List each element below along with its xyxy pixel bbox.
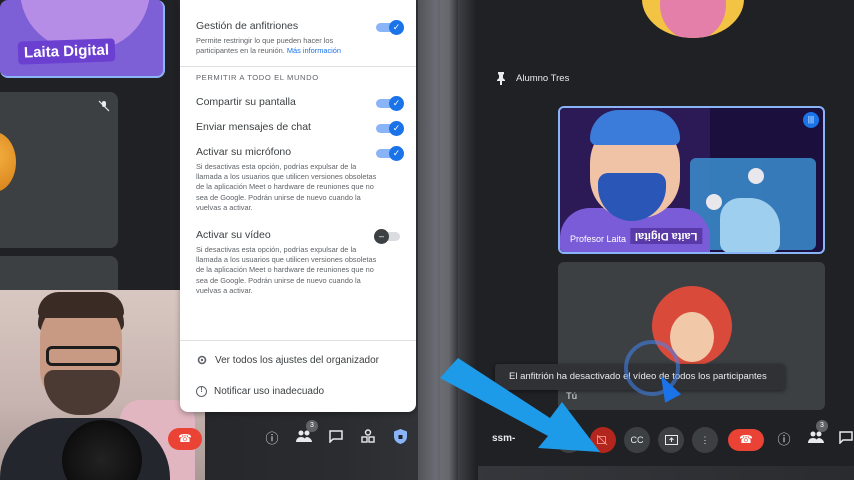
check-icon: ✓: [389, 96, 404, 111]
phone-icon: ☎: [739, 434, 753, 446]
chat-icon[interactable]: [326, 429, 346, 449]
info-icon[interactable]: ⓘ: [774, 430, 794, 450]
host-management-row: Gestión de anfitriones Permite restringi…: [196, 20, 404, 56]
all-settings-label: Ver todos los ajustes del organizador: [215, 354, 379, 366]
pinned-participant-name: Alumno Tres: [516, 73, 570, 84]
participants-badge: 3: [816, 420, 828, 432]
minus-icon: –: [374, 229, 389, 244]
speaking-indicator-icon: |||: [803, 112, 819, 128]
present-button[interactable]: [658, 427, 684, 453]
share-screen-toggle[interactable]: ✓: [376, 96, 404, 111]
video-description: Si desactivas esta opción, podrías expul…: [196, 245, 377, 295]
video-label: Activar su vídeo: [196, 229, 271, 241]
hangup-button[interactable]: ☎: [728, 429, 764, 451]
report-abuse-link[interactable]: ! Notificar uso inadecuado: [196, 386, 324, 397]
activities-icon[interactable]: [358, 429, 378, 449]
check-icon: ✓: [389, 146, 404, 161]
avatar: [642, 0, 744, 38]
presenter-name: Profesor Laita: [570, 234, 627, 244]
people-icon[interactable]: [294, 429, 314, 449]
more-options-button[interactable]: ⋮: [692, 427, 718, 453]
pin-icon[interactable]: [496, 72, 506, 88]
more-info-link[interactable]: Más información: [287, 46, 341, 55]
chat-label: Enviar mensajes de chat: [196, 121, 311, 133]
hangup-button[interactable]: ☎: [168, 428, 202, 450]
host-management-toggle[interactable]: ✓: [376, 20, 404, 35]
alert-icon: !: [196, 386, 207, 397]
mic-off-icon: [98, 100, 110, 112]
chat-icon[interactable]: [836, 430, 854, 450]
divider: [180, 66, 416, 67]
video-toggle[interactable]: –: [374, 229, 402, 244]
host-controls-panel: Gestión de anfitriones Permite restringi…: [180, 0, 416, 412]
participants-badge: 3: [306, 420, 318, 432]
host-management-title: Gestión de anfitriones: [196, 20, 299, 32]
screen: Laita Digital Gestión de anfitriones Per…: [0, 0, 854, 480]
participant-tile-laita[interactable]: Laita Digital: [0, 0, 165, 78]
microphone-description: Si desactivas esta opción, podrías expul…: [196, 162, 377, 212]
microphone-row: Activar su micrófono Si desactivas esta …: [196, 146, 404, 213]
divider: [180, 340, 416, 341]
pointer-arrow-icon: [440, 358, 600, 452]
share-screen-row: Compartir su pantalla ✓: [196, 96, 404, 111]
more-vert-icon: ⋮: [700, 435, 710, 445]
check-icon: ✓: [389, 121, 404, 136]
video-row: Activar su vídeo Si desactivas esta opci…: [196, 229, 402, 296]
share-screen-label: Compartir su pantalla: [196, 96, 296, 108]
microphone-label: Activar su micrófono: [196, 146, 292, 158]
captions-icon: CC: [630, 435, 644, 445]
participant-tile[interactable]: [0, 92, 118, 248]
presenter-video-tile[interactable]: Laita Digital Profesor Laita |||: [558, 106, 825, 254]
left-toolbar: ☎ ⓘ 3: [168, 420, 418, 460]
people-icon[interactable]: [806, 430, 826, 450]
avatar: [0, 132, 16, 192]
chat-toggle[interactable]: ✓: [376, 121, 404, 136]
phone-icon: ☎: [178, 433, 192, 445]
info-icon[interactable]: ⓘ: [262, 429, 282, 449]
all-settings-link[interactable]: Ver todos los ajustes del organizador: [196, 354, 379, 366]
section-heading: PERMITIR A TODO EL MUNDO: [196, 73, 319, 82]
captions-button[interactable]: CC: [624, 427, 650, 453]
gear-icon: [197, 355, 207, 365]
host-controls-icon[interactable]: [390, 429, 410, 449]
chat-row: Enviar mensajes de chat ✓: [196, 121, 404, 136]
microphone-toggle[interactable]: ✓: [376, 146, 404, 161]
video-brand-label: Laita Digital: [630, 228, 703, 244]
report-label: Notificar uso inadecuado: [214, 386, 325, 397]
present-screen-icon: [664, 435, 678, 445]
check-icon: ✓: [389, 20, 404, 35]
brand-label: Laita Digital: [17, 38, 116, 65]
